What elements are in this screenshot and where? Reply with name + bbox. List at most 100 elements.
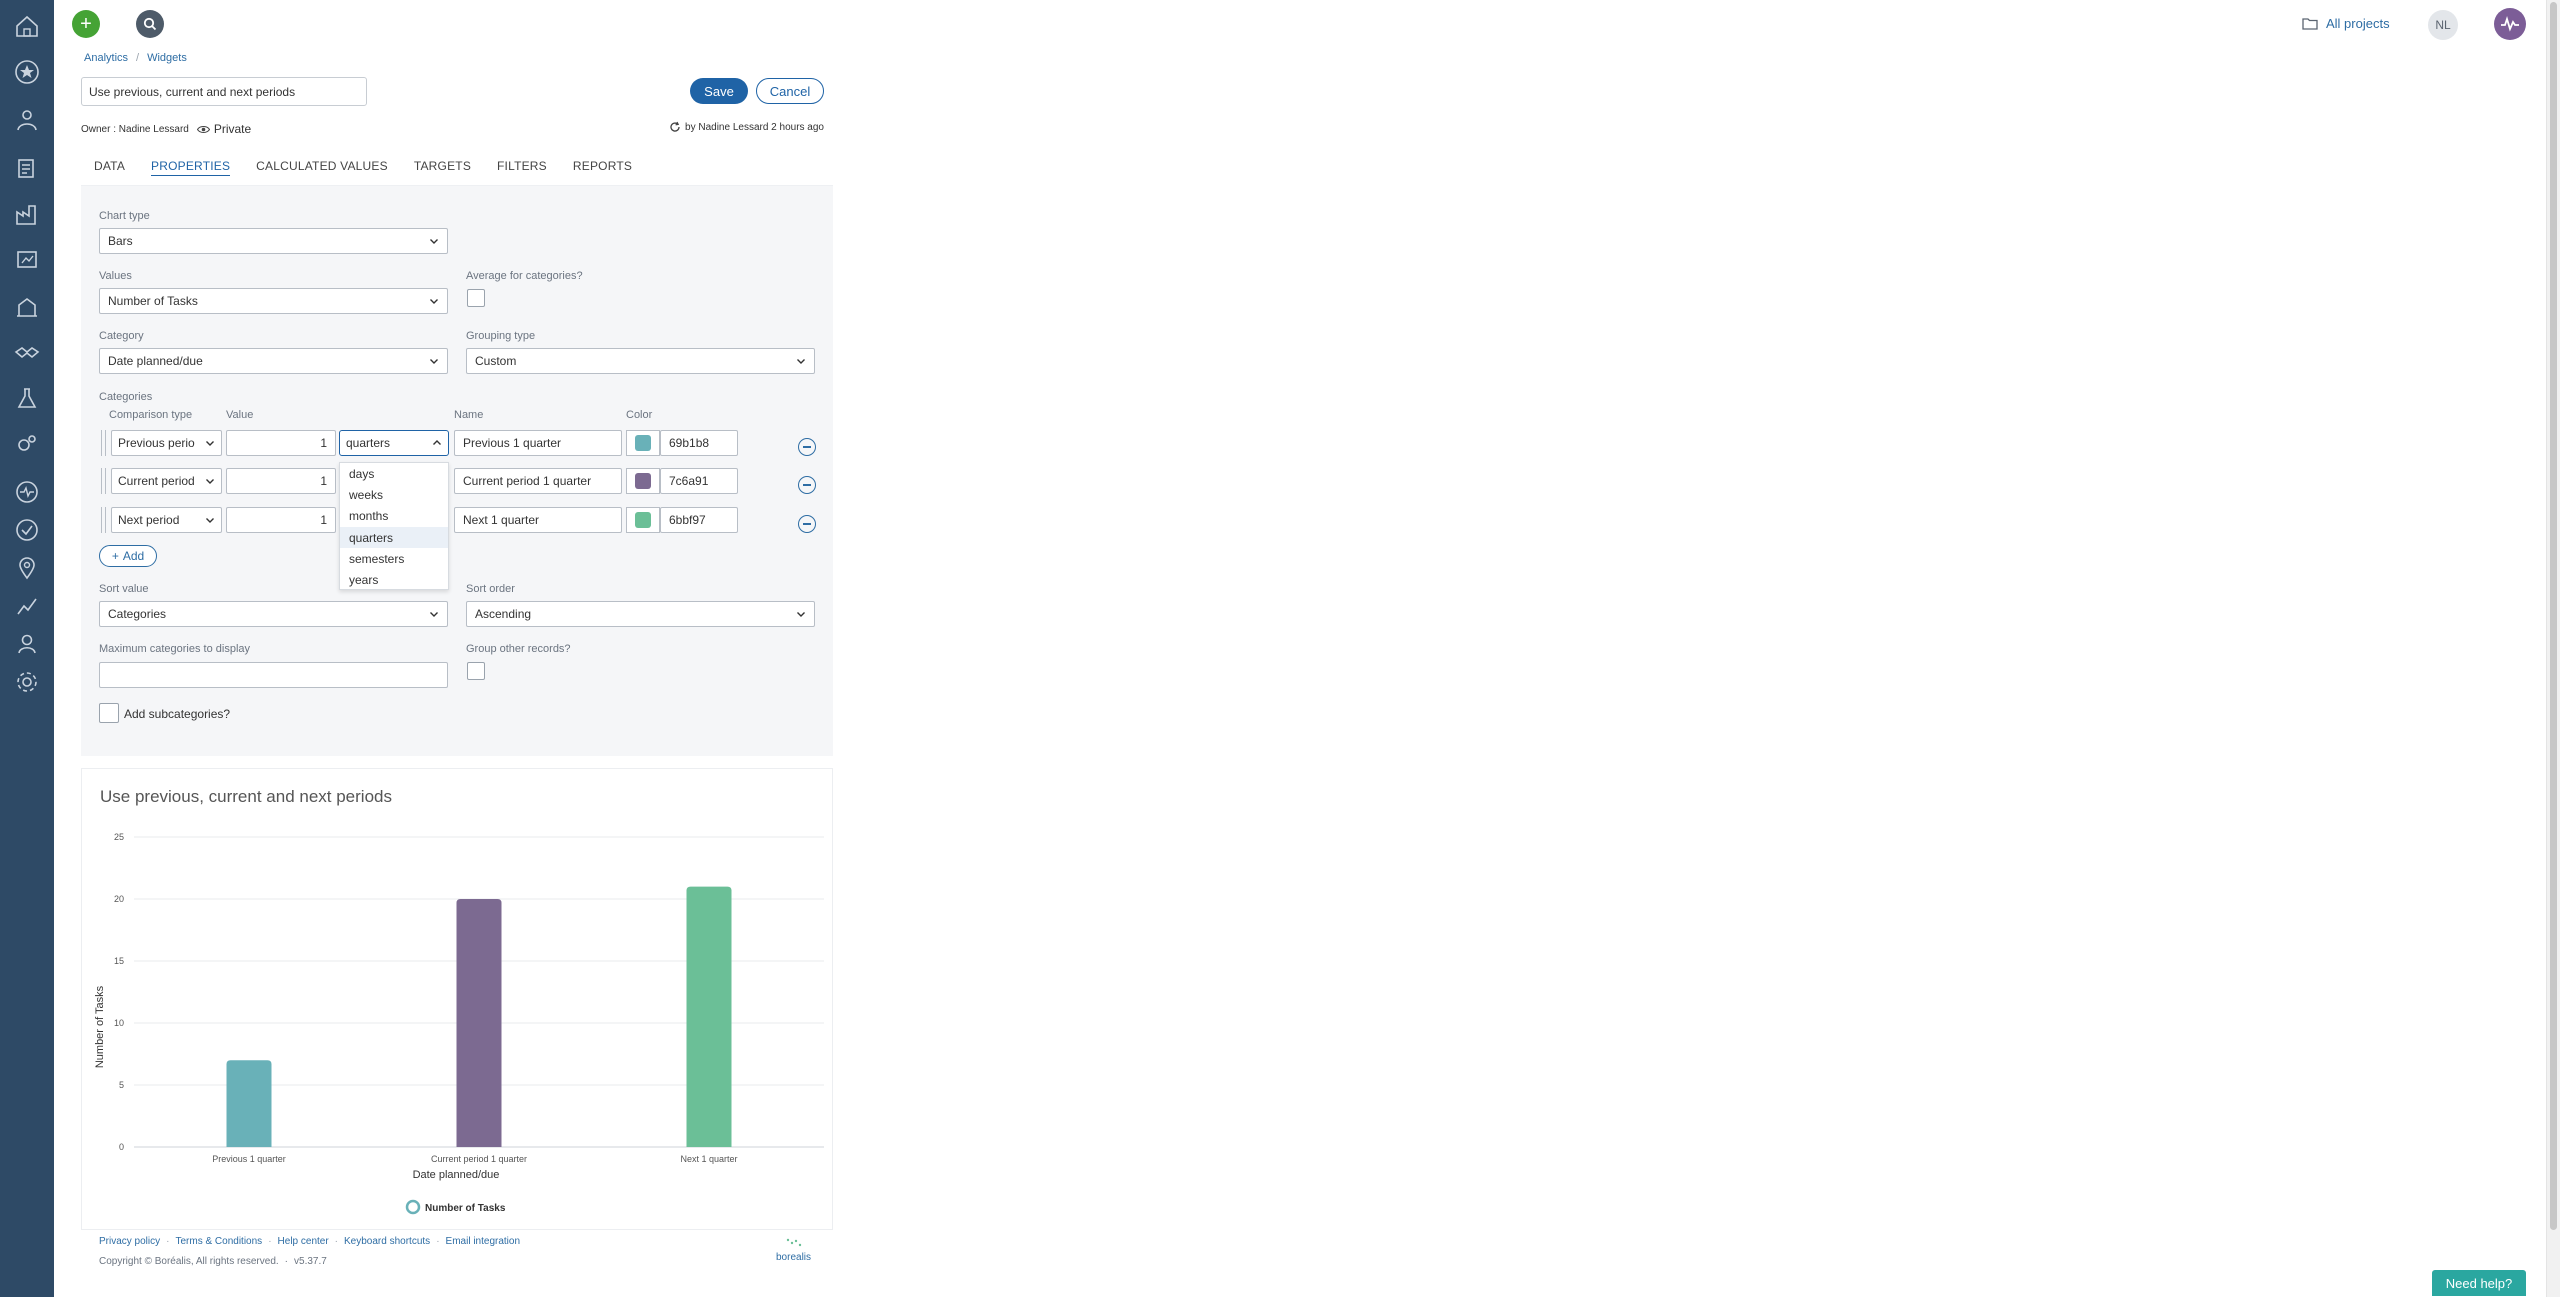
footer-separator: · [284,1256,289,1267]
visibility-toggle[interactable]: Private [196,122,251,136]
privacy-policy-link[interactable]: Privacy policy [99,1236,160,1247]
settings-icon[interactable] [11,666,43,698]
row-drag-handle[interactable] [101,430,106,456]
color-hex-input[interactable]: 69b1b8 [660,430,738,456]
people-icon[interactable] [11,104,43,136]
name-header: Name [454,409,484,421]
folder-icon [2302,18,2318,30]
average-checkbox[interactable] [467,289,485,307]
color-swatch [635,435,651,451]
widget-title-input[interactable] [81,77,367,106]
location-icon[interactable] [11,552,43,584]
factory-icon[interactable] [11,198,43,230]
left-sidebar [0,0,54,1297]
values-label: Values [99,270,132,282]
unit-option[interactable]: semesters [340,548,448,569]
activity-icon[interactable] [11,476,43,508]
add-button[interactable]: + [72,10,100,38]
grouping-select[interactable]: Custom [466,348,815,374]
chart-type-value: Bars [108,234,133,248]
color-swatch [635,512,651,528]
cancel-button[interactable]: Cancel [756,78,824,104]
remove-category-button[interactable] [798,476,816,494]
chart-type-select[interactable]: Bars [99,228,448,254]
help-center-link[interactable]: Help center [278,1236,329,1247]
terms-link[interactable]: Terms & Conditions [175,1236,262,1247]
period-value-input[interactable]: 1 [226,468,336,494]
values-select[interactable]: Number of Tasks [99,288,448,314]
comparison-select[interactable]: Previous perio [111,430,222,456]
average-label: Average for categories? [466,270,583,282]
comparison-value: Previous perio [118,436,195,450]
tab-calculated-values[interactable]: CALCULATED VALUES [243,146,401,186]
check-circle-icon[interactable] [11,514,43,546]
modified-line: by Nadine Lessard 2 hours ago [669,121,824,133]
chevron-up-icon [433,440,441,445]
grouping-label: Grouping type [466,330,536,342]
gears-icon[interactable] [11,428,43,460]
tab-filters[interactable]: FILTERS [484,146,560,186]
save-button[interactable]: Save [690,78,748,104]
category-name-input[interactable]: Current period 1 quarter [454,468,622,494]
values-value: Number of Tasks [108,294,198,308]
row-drag-handle[interactable] [101,507,106,533]
subcategories-checkbox[interactable] [99,703,119,723]
footer-links: Privacy policy · Terms & Conditions · Help… [99,1236,520,1247]
sort-order-value: Ascending [475,607,532,621]
category-name-input[interactable]: Previous 1 quarter [454,430,622,456]
activity-button[interactable] [2494,8,2526,40]
period-unit-select[interactable]: quarters [339,430,449,456]
sort-order-select[interactable]: Ascending [466,601,815,627]
home-icon[interactable] [11,10,43,42]
legend-marker [405,1199,421,1215]
unit-option[interactable]: years [340,569,448,590]
period-value-input[interactable]: 1 [226,507,336,533]
breadcrumb-analytics[interactable]: Analytics [84,52,128,64]
search-button[interactable] [136,10,164,38]
max-categories-input[interactable] [99,662,448,688]
dashboard-icon[interactable] [11,244,43,276]
tab-data[interactable]: DATA [81,146,138,186]
group-other-checkbox[interactable] [467,662,485,680]
remove-category-button[interactable] [798,438,816,456]
breadcrumb-widgets[interactable]: Widgets [147,52,187,64]
category-name-input[interactable]: Next 1 quarter [454,507,622,533]
unit-option[interactable]: months [340,506,448,527]
keyboard-shortcuts-link[interactable]: Keyboard shortcuts [344,1236,430,1247]
category-select[interactable]: Date planned/due [99,348,448,374]
sort-value-select[interactable]: Categories [99,601,448,627]
y-tick-label: 15 [114,956,124,966]
analytics-icon[interactable] [11,590,43,622]
tab-properties[interactable]: PROPERTIES [138,146,243,186]
add-category-button[interactable]: + Add [99,545,157,567]
building-icon[interactable] [11,290,43,322]
color-picker[interactable] [626,507,660,533]
documents-icon[interactable] [11,152,43,184]
color-hex-input[interactable]: 7c6a91 [660,468,738,494]
user-icon[interactable] [11,628,43,660]
period-value-input[interactable]: 1 [226,430,336,456]
color-picker[interactable] [626,468,660,494]
handshake-icon[interactable] [11,336,43,368]
comparison-select[interactable]: Current period [111,468,222,494]
color-hex-input[interactable]: 6bbf97 [660,507,738,533]
unit-option[interactable]: days [340,463,448,484]
email-integration-link[interactable]: Email integration [446,1236,520,1247]
sort-value-label: Sort value [99,583,149,595]
flask-icon[interactable] [11,382,43,414]
all-projects-link[interactable]: All projects [2302,16,2390,31]
tab-targets[interactable]: TARGETS [401,146,484,186]
unit-option[interactable]: weeks [340,484,448,505]
vertical-scrollbar[interactable] [2546,0,2560,1297]
need-help-button[interactable]: Need help? [2432,1270,2526,1296]
user-avatar[interactable]: NL [2428,10,2458,40]
borealis-logo: borealis [776,1237,811,1263]
unit-option-selected[interactable]: quarters [340,526,448,549]
star-icon[interactable] [11,56,43,88]
remove-category-button[interactable] [798,515,816,533]
row-drag-handle[interactable] [101,468,106,494]
scrollbar-thumb[interactable] [2550,2,2557,1230]
color-picker[interactable] [626,430,660,456]
tab-reports[interactable]: REPORTS [560,146,645,186]
comparison-select[interactable]: Next period [111,507,222,533]
